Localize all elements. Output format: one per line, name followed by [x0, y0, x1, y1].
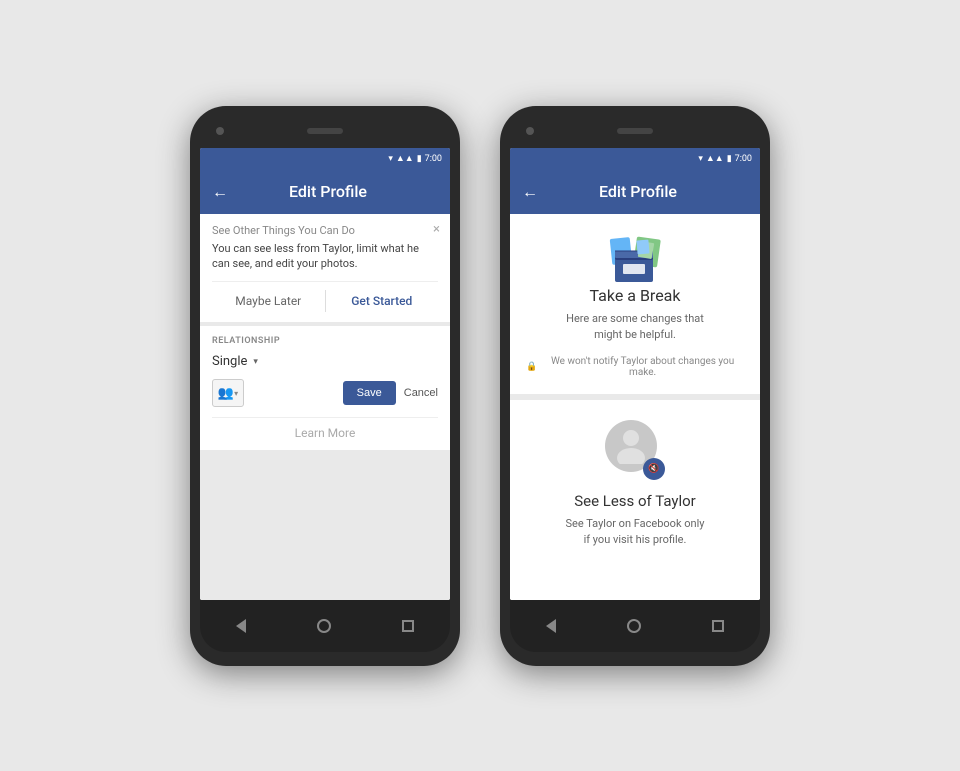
- take-a-break-section: Take a Break Here are some changes that …: [510, 214, 760, 400]
- archive-icon: [605, 234, 665, 286]
- notification-body: You can see less from Taylor, limit what…: [212, 241, 438, 272]
- see-less-section: 🔇 See Less of Taylor See Taylor on Faceb…: [510, 400, 760, 569]
- back-nav-icon-right[interactable]: [546, 619, 556, 633]
- mute-icon: 🔇: [648, 464, 659, 474]
- phone-top-right: [510, 120, 760, 148]
- action-row: 👥 ▾ Save Cancel: [212, 379, 438, 407]
- back-nav-icon-left[interactable]: [236, 619, 246, 633]
- bottom-nav-right: [510, 600, 760, 652]
- maybe-later-button[interactable]: Maybe Later: [212, 290, 326, 312]
- speaker-left: [307, 128, 343, 134]
- notification-banner: See Other Things You Can Do × You can se…: [200, 214, 450, 323]
- relationship-row: Single ▾: [212, 354, 438, 369]
- home-nav-icon-right[interactable]: [627, 619, 641, 633]
- save-button[interactable]: Save: [343, 381, 396, 405]
- wifi-icon: ▾: [388, 154, 393, 164]
- notification-actions: Maybe Later Get Started: [212, 281, 438, 312]
- apps-nav-icon-left[interactable]: [402, 620, 414, 632]
- status-bar-right: ▾ ▲▲ ▮ 7:00: [510, 148, 760, 170]
- person-silhouette-icon: [615, 428, 647, 464]
- front-camera-left: [216, 127, 224, 135]
- left-content-area: See Other Things You Can Do × You can se…: [200, 214, 450, 600]
- battery-icon: ▮: [417, 154, 422, 164]
- dropdown-arrow-icon[interactable]: ▾: [253, 357, 258, 367]
- status-bar-left: ▾ ▲▲ ▮ 7:00: [200, 148, 450, 170]
- see-less-subtitle: See Taylor on Facebook only if you visit…: [566, 516, 705, 549]
- relationship-label: RELATIONSHIP: [212, 336, 438, 346]
- apps-nav-icon-right[interactable]: [712, 620, 724, 632]
- left-screen: ▾ ▲▲ ▮ 7:00 ← Edit Profile See Other Thi…: [200, 148, 450, 600]
- front-camera-right: [526, 127, 534, 135]
- wifi-icon-right: ▾: [698, 154, 703, 164]
- back-button-right[interactable]: ←: [522, 182, 538, 202]
- app-bar-title-left: Edit Profile: [238, 182, 418, 201]
- take-a-break-title: Take a Break: [590, 286, 681, 305]
- time-left: 7:00: [425, 154, 442, 164]
- friend-icon-box[interactable]: 👥 ▾: [212, 379, 244, 407]
- close-icon[interactable]: ×: [433, 222, 440, 237]
- mute-badge: 🔇: [643, 458, 665, 480]
- app-bar-right: ← Edit Profile: [510, 170, 760, 214]
- see-less-title: See Less of Taylor: [574, 492, 696, 510]
- app-bar-title-right: Edit Profile: [548, 182, 728, 201]
- speaker-right: [617, 128, 653, 134]
- right-screen: ▾ ▲▲ ▮ 7:00 ← Edit Profile: [510, 148, 760, 600]
- take-a-break-subtitle: Here are some changes that might be help…: [566, 311, 704, 344]
- signal-icon: ▲▲: [396, 153, 414, 164]
- phone-top-left: [200, 120, 450, 148]
- lock-icon: 🔒: [526, 362, 537, 372]
- learn-more-button[interactable]: Learn More: [212, 417, 438, 440]
- relationship-value: Single: [212, 354, 247, 369]
- home-nav-icon-left[interactable]: [317, 619, 331, 633]
- bottom-nav-left: [200, 600, 450, 652]
- battery-icon-right: ▮: [727, 154, 732, 164]
- friends-icon: 👥: [218, 386, 234, 401]
- left-phone: ▾ ▲▲ ▮ 7:00 ← Edit Profile See Other Thi…: [190, 106, 460, 666]
- right-content-area: Take a Break Here are some changes that …: [510, 214, 760, 600]
- back-button-left[interactable]: ←: [212, 182, 228, 202]
- time-right: 7:00: [735, 154, 752, 164]
- cancel-button[interactable]: Cancel: [404, 387, 438, 399]
- signal-icon-right: ▲▲: [706, 153, 724, 164]
- dropdown-small-arrow: ▾: [234, 389, 238, 398]
- privacy-note: 🔒 We won't notify Taylor about changes y…: [526, 356, 744, 378]
- get-started-button[interactable]: Get Started: [326, 290, 439, 312]
- right-phone: ▾ ▲▲ ▮ 7:00 ← Edit Profile: [500, 106, 770, 666]
- relationship-section: RELATIONSHIP Single ▾ 👥 ▾ Save Cancel Le…: [200, 326, 450, 450]
- app-bar-left: ← Edit Profile: [200, 170, 450, 214]
- notification-title: See Other Things You Can Do: [212, 224, 438, 237]
- avatar-mute-container: 🔇: [605, 420, 665, 480]
